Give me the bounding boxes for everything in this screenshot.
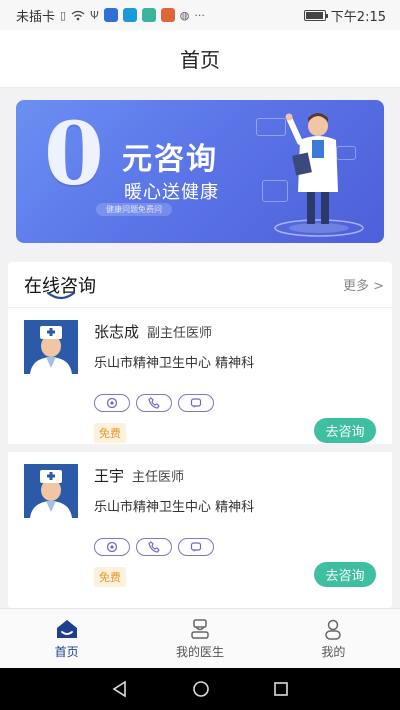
consult-methods (94, 538, 214, 556)
online-consult-section: 在线咨询 更多 > 张志成 副主任医师 乐山市精神卫生中心 精神科 免费 去咨询… (8, 262, 392, 608)
nav-label: 我的医生 (175, 644, 224, 659)
nav-item-mine[interactable]: 我的 (267, 609, 400, 668)
app-notification-icon (103, 8, 118, 22)
doctor-illustration (274, 113, 364, 237)
phone-consult-icon[interactable] (136, 394, 172, 412)
doctor-title: 主任医师 (132, 470, 185, 485)
doctor-name: 王宇 (94, 467, 125, 485)
back-icon[interactable] (111, 680, 129, 698)
video-consult-icon[interactable] (94, 538, 130, 556)
section-title: 在线咨询 (24, 272, 96, 299)
doctor-avatar (24, 464, 78, 518)
doctor-card[interactable]: 王宇 主任医师 乐山市精神卫生中心 精神科 免费 去咨询 (8, 452, 392, 596)
smile-underline-icon (46, 291, 76, 299)
section-header: 在线咨询 更多 > (8, 262, 392, 308)
doctor-card[interactable]: 张志成 副主任医师 乐山市精神卫生中心 精神科 免费 去咨询 (8, 308, 392, 452)
clock: 下午2:15 (330, 9, 386, 25)
doctor-name-line: 张志成 副主任医师 (94, 321, 212, 342)
app-notification-icon (141, 8, 156, 22)
promo-banner[interactable]: 0 元咨询 暖心送健康 健康问题免费问 (16, 100, 384, 243)
header: 首页 (0, 30, 400, 88)
doctor-hospital: 乐山市精神卫生中心 精神科 (94, 500, 255, 515)
app-notification-icon (160, 8, 175, 22)
wechat-icon: ◍ (179, 8, 190, 22)
bottom-nav: 首页 我的医生 我的 (0, 608, 400, 668)
doctor-name-line: 王宇 主任医师 (94, 465, 184, 486)
recents-icon[interactable] (273, 681, 289, 697)
system-nav-bar (0, 668, 400, 710)
doctor-hospital: 乐山市精神卫生中心 精神科 (94, 356, 255, 371)
usb-icon: Ψ (90, 8, 99, 22)
free-badge: 免费 (94, 423, 126, 443)
free-badge: 免费 (94, 567, 126, 587)
chat-consult-icon[interactable] (178, 538, 214, 556)
doctor-avatar (24, 320, 78, 374)
carrier-label: 未插卡 (16, 9, 56, 25)
chat-consult-icon[interactable] (178, 394, 214, 412)
doctor-title: 副主任医师 (147, 326, 213, 341)
banner-title: 元咨询 (122, 142, 218, 177)
consult-button[interactable]: 去咨询 (314, 562, 376, 587)
banner-tagline: 健康问题免费问 (96, 203, 172, 216)
page-title: 首页 (180, 48, 220, 72)
nav-label: 我的 (321, 644, 346, 659)
battery-icon (303, 9, 328, 21)
video-consult-icon[interactable] (94, 394, 130, 412)
nav-item-home[interactable]: 首页 (0, 609, 133, 668)
wifi-icon (71, 10, 85, 20)
nav-label: 首页 (54, 644, 79, 659)
consult-button[interactable]: 去咨询 (314, 418, 376, 443)
home-icon (56, 619, 77, 638)
phone-consult-icon[interactable] (136, 538, 172, 556)
consult-methods (94, 394, 214, 412)
status-bar: 未插卡 ▯ Ψ ◍ ··· 下午2:15 (0, 0, 400, 30)
person-icon (325, 619, 342, 640)
more-link[interactable]: 更多 > (343, 275, 384, 294)
app-notification-icon (122, 8, 137, 22)
banner-zero: 0 (44, 104, 104, 205)
doctor-icon (191, 618, 209, 639)
sim-icon: ▯ (60, 8, 67, 22)
banner-subtitle: 暖心送健康 (124, 182, 219, 203)
doctor-name: 张志成 (94, 323, 140, 341)
nav-item-my-doctor[interactable]: 我的医生 (133, 609, 266, 668)
more-dots-icon: ··· (194, 8, 205, 22)
home-circle-icon[interactable] (192, 680, 210, 698)
